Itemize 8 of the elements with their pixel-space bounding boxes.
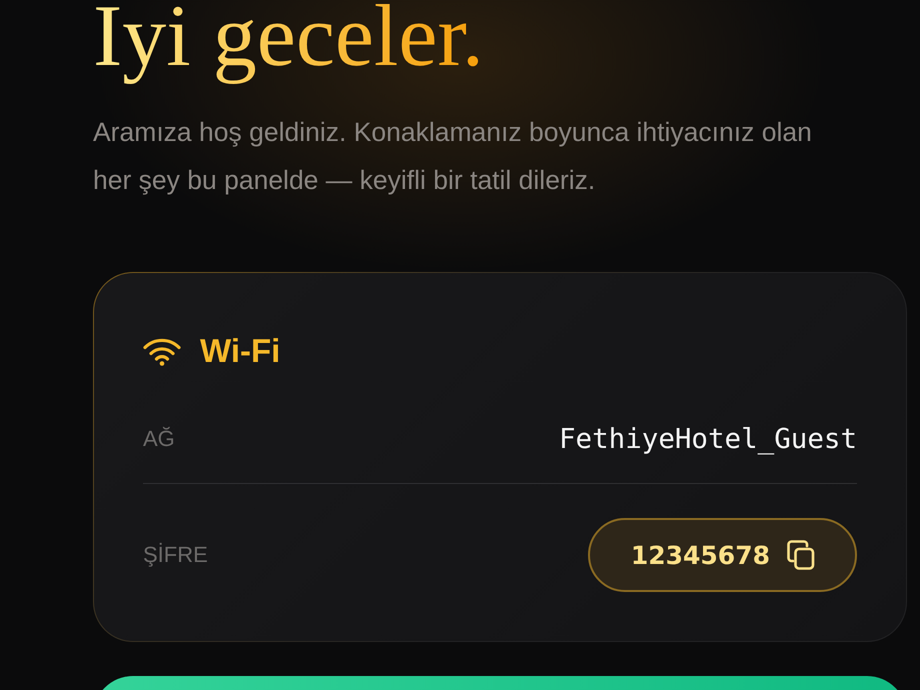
field-label: AĞ xyxy=(143,426,175,452)
welcome-text: Aramıza hoş geldiniz. Konaklamanız boyunca ihtiyacınız olan her şey bu panelde — keyifli bir tatil dileriz. xyxy=(93,116,813,197)
copy-password-button[interactable]: 12345678 xyxy=(588,518,857,592)
wifi-icon xyxy=(143,336,181,366)
network-name: FethiyeHotel_Guest xyxy=(558,422,857,454)
wifi-title: Wi-Fi xyxy=(200,332,280,370)
copy-icon xyxy=(787,540,815,570)
field-label: ŞİFRE xyxy=(143,542,208,568)
